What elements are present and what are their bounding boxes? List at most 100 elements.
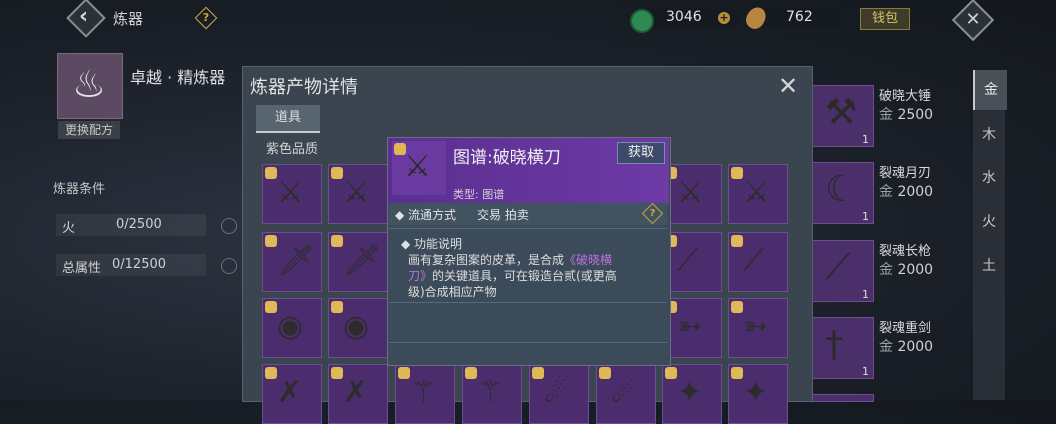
close-icon[interactable]: ✕ — [778, 72, 798, 100]
add-currency-button[interactable]: + — [718, 12, 730, 24]
grid-item[interactable]: ⟋ — [662, 232, 722, 292]
flail-icon: ☄ — [544, 375, 571, 410]
spear-icon: ⟋ — [825, 247, 851, 288]
tab-water[interactable]: 水 — [973, 158, 1005, 198]
list-item[interactable]: ⚒ 1 — [812, 85, 874, 147]
recipe-tag-icon — [665, 367, 677, 379]
tooltip-item-icon: ⚔ — [392, 141, 446, 195]
recipe-name: 卓越 · 精炼器 — [130, 68, 226, 87]
shield-icon: ◉ — [343, 309, 370, 344]
currency1-value: 3046 — [666, 9, 702, 25]
recipe-tag-icon — [331, 301, 343, 313]
page-title: 炼器 — [113, 10, 144, 28]
quality-label: 紫色品质 — [266, 142, 319, 157]
grid-item[interactable]: ✗ — [328, 364, 388, 424]
spear-icon: ⟋ — [743, 243, 764, 278]
grid-item[interactable]: ➳ — [728, 298, 788, 358]
list-item[interactable]: † 1 — [812, 317, 874, 379]
check-icon — [221, 218, 237, 234]
check-icon — [221, 258, 237, 274]
arrows-icon: ➳ — [743, 309, 769, 344]
jade-coin-icon — [630, 9, 654, 33]
wallet-button[interactable]: 钱包 — [860, 8, 910, 30]
grid-item[interactable]: ⚔ — [328, 164, 388, 224]
chevron-left-icon: ‹ — [79, 4, 89, 29]
blade-icon: ⚔ — [343, 175, 370, 210]
grid-item[interactable]: ☄ — [596, 364, 656, 424]
tab-items[interactable]: 道具 — [256, 105, 320, 133]
grid-item[interactable]: 🗡 — [328, 232, 388, 292]
tab-fire[interactable]: 火 — [973, 202, 1005, 242]
recipe-tag-icon — [331, 367, 343, 379]
product-price: 金 2000 — [879, 262, 934, 278]
blade-icon: ⚔ — [277, 175, 304, 210]
flame-icon: ♨ — [72, 62, 107, 106]
shuriken-icon: ✦ — [677, 375, 703, 410]
help-icon[interactable]: ? — [194, 6, 218, 30]
currency2-value: 762 — [786, 9, 813, 25]
recipe-tag-icon — [731, 235, 743, 247]
item-type: 类型: 图谱 — [453, 188, 505, 201]
grid-item[interactable]: ◉ — [328, 298, 388, 358]
sword-icon: 🗡 — [343, 243, 382, 278]
tab-metal[interactable]: 金 — [973, 70, 1007, 110]
spear-icon: ⟋ — [677, 243, 698, 278]
grid-item[interactable]: ☄ — [529, 364, 589, 424]
tooltip-title: 图谱:破晓横刀 — [453, 148, 561, 168]
grid-item[interactable]: ✦ — [662, 364, 722, 424]
function-label: ◆ 功能说明 — [401, 237, 463, 251]
recipe-tag-icon — [731, 301, 743, 313]
list-item[interactable]: ⟋ 1 — [812, 240, 874, 302]
grid-item[interactable]: ⚚ — [395, 364, 455, 424]
divider — [389, 302, 667, 303]
grid-item[interactable]: ⚔ — [262, 164, 322, 224]
product-name: 裂魂长枪 — [879, 244, 932, 259]
list-item[interactable]: ☾ 1 — [812, 162, 874, 224]
recipe-tag-icon — [731, 167, 743, 179]
condition-label: 总属性 — [62, 261, 102, 276]
recipe-tag-icon — [265, 167, 277, 179]
circulation-label: ◆ 流通方式 — [395, 208, 457, 222]
shield-icon: ◉ — [277, 309, 304, 344]
recipe-tag-icon — [532, 367, 544, 379]
description-line-3: 级)合成相应产物 — [408, 285, 497, 299]
grid-item[interactable]: ◉ — [262, 298, 322, 358]
dialog-title: 炼器产物详情 — [250, 77, 358, 98]
description-line-2: 刀》的关键道具，可在锻造台贰(或更高 — [408, 269, 617, 283]
close-icon[interactable]: ✕ — [951, 0, 995, 42]
circulation-row: ◆ 流通方式 交易 拍卖 — [389, 203, 667, 225]
greatsword-icon: † — [825, 324, 843, 365]
tab-wood[interactable]: 木 — [973, 115, 1005, 155]
back-button[interactable]: ‹ — [66, 0, 106, 38]
blade-icon: ⚔ — [743, 175, 770, 210]
recipe-tag-icon — [265, 301, 277, 313]
tab-earth[interactable]: 土 — [973, 246, 1005, 286]
grid-item[interactable]: 🗡 — [262, 232, 322, 292]
product-price: 金 2000 — [879, 184, 934, 200]
description-line-1: 画有复杂图案的皮革，是合成《破晓横 — [408, 253, 613, 267]
grid-item[interactable]: ✦ — [728, 364, 788, 424]
condition-label: 火 — [62, 221, 76, 236]
list-item[interactable] — [812, 394, 874, 402]
change-recipe-button[interactable]: 更换配方 — [58, 121, 120, 139]
grid-item[interactable]: ✗ — [262, 364, 322, 424]
shuriken-icon: ✦ — [743, 375, 769, 410]
recipe-tag-icon — [331, 235, 343, 247]
crescent-blade-icon: ☾ — [825, 169, 858, 210]
grid-item[interactable]: ⚔ — [662, 164, 722, 224]
product-price: 金 2500 — [879, 107, 934, 123]
grid-item[interactable]: ➳ — [662, 298, 722, 358]
recipe-tag-icon — [265, 235, 277, 247]
recipe-tag-icon — [465, 367, 477, 379]
grid-item[interactable]: ⚚ — [462, 364, 522, 424]
crossbow-icon: ✗ — [277, 375, 303, 410]
obtain-button[interactable]: 获取 — [617, 142, 665, 164]
condition-row: 总属性 0/12500 — [56, 254, 206, 276]
grid-item[interactable]: ⟋ — [728, 232, 788, 292]
blade-icon: ⚔ — [677, 175, 704, 210]
recipe-icon[interactable]: ♨ — [57, 53, 123, 119]
blade-icon: ⚔ — [404, 149, 431, 184]
recipe-tag-icon — [265, 367, 277, 379]
grid-item[interactable]: ⚔ — [728, 164, 788, 224]
product-name: 裂魂月刃 — [879, 166, 932, 181]
